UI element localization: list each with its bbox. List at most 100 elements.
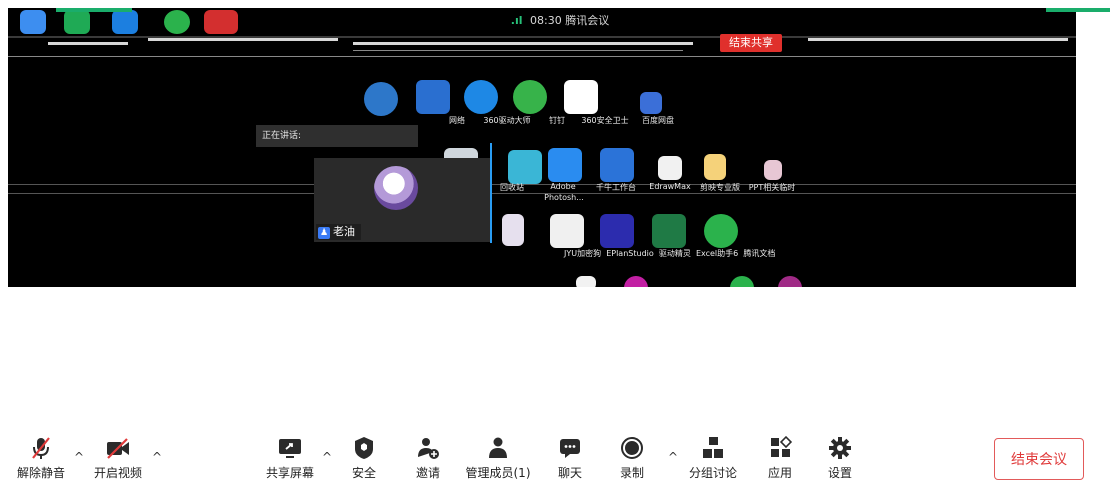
- app-icon: [164, 10, 190, 34]
- manage-members-label: 管理成员(1): [465, 466, 531, 480]
- unmute-button[interactable]: 解除静音: [14, 436, 68, 481]
- shared-screen-content: 网络 360驱动大师 钉钉 360安全卫士 百度网盘 回收站 Adobe Pho…: [8, 8, 1076, 287]
- end-share-button[interactable]: 结束共享: [720, 34, 782, 52]
- network-icon: [364, 82, 398, 116]
- desktop-label: 百度网盘: [642, 116, 674, 125]
- desktop-label: 驱动精灵: [658, 249, 691, 258]
- meeting-toolbar: 解除静音 ^ 开启视频 ^ 共享屏幕 ^ 安全 邀请 管理成员(1) 聊天 录制…: [0, 416, 1110, 486]
- share-screen-label: 共享屏幕: [265, 466, 314, 480]
- desktop-label: EPlanStudio: [606, 249, 654, 258]
- start-video-label: 开启视频: [93, 466, 142, 480]
- speaking-label: 正在讲话:: [262, 131, 302, 141]
- app-icon: [576, 276, 596, 287]
- invite-button[interactable]: 邀请: [410, 436, 446, 481]
- status-time: 08:30: [530, 14, 562, 27]
- 360-security-icon: [513, 80, 547, 114]
- breakout-rooms-label: 分组讨论: [688, 466, 737, 480]
- garbled-text: [148, 38, 338, 41]
- members-icon: [485, 436, 511, 460]
- settings-button[interactable]: 设置: [822, 436, 858, 481]
- signal-icon: .ıl: [510, 14, 523, 27]
- shield-icon: [351, 436, 377, 460]
- adobe-icon: [508, 150, 542, 184]
- desktop-label: 360安全卫士: [581, 116, 629, 125]
- record-button[interactable]: 录制: [614, 436, 650, 481]
- breakout-rooms-icon: [700, 436, 726, 460]
- garbled-text: [353, 42, 693, 45]
- qianniu-icon: [600, 148, 634, 182]
- share-indicator-bar: [56, 8, 132, 12]
- tencent-docs-icon: [704, 214, 738, 248]
- desktop-label: Excel助手6: [695, 249, 739, 258]
- apps-button[interactable]: 应用: [762, 435, 798, 481]
- record-label: 录制: [619, 466, 644, 480]
- participant-name-tag: ♟ 老油: [316, 224, 361, 240]
- invite-label: 邀请: [415, 466, 440, 480]
- driver-genius-icon: [600, 214, 634, 248]
- selection-border: [490, 143, 492, 243]
- security-label: 安全: [351, 466, 376, 480]
- desktop-label: JYU加密狗: [564, 249, 602, 258]
- excel-helper-icon: [652, 214, 686, 248]
- apps-icon: [767, 435, 793, 460]
- person-icon: ♟: [318, 227, 330, 239]
- desktop-label: 钉钉: [549, 116, 565, 125]
- desktop-label: 剪映专业版: [700, 183, 740, 192]
- speaker-video-tile[interactable]: ♟ 老油: [314, 158, 490, 242]
- share-screen-button[interactable]: 共享屏幕: [262, 436, 318, 481]
- app-icon: [204, 10, 238, 34]
- manage-members-button[interactable]: 管理成员(1): [462, 436, 534, 481]
- desktop-label: 360驱动大师: [483, 116, 531, 125]
- jyu-dongle-icon: [502, 214, 524, 246]
- desktop-label: Adobe: [550, 182, 576, 191]
- record-options-chevron-icon[interactable]: ^: [668, 450, 678, 464]
- share-options-chevron-icon[interactable]: ^: [322, 450, 332, 464]
- unmute-label: 解除静音: [16, 466, 65, 480]
- app-icon: [624, 276, 648, 287]
- eplanstudio-icon: [550, 214, 584, 248]
- dingtalk-icon: [464, 80, 498, 114]
- driver-master-icon: [416, 80, 450, 114]
- desktop-label: 回收站: [500, 183, 524, 192]
- desktop-label: PPT相关临时: [748, 183, 796, 192]
- desktop-label: 千牛工作台: [596, 183, 636, 192]
- status-app-name: 腾讯会议: [565, 14, 610, 27]
- chat-icon: [557, 436, 583, 460]
- breakout-rooms-button[interactable]: 分组讨论: [686, 436, 740, 481]
- garbled-text: [8, 56, 1076, 57]
- speaking-indicator: 正在讲话:: [256, 125, 418, 147]
- audio-options-chevron-icon[interactable]: ^: [74, 450, 84, 464]
- garbled-line: [8, 184, 1076, 185]
- apps-label: 应用: [767, 466, 792, 480]
- app-icon: [548, 148, 582, 182]
- garbled-line: [8, 193, 1076, 194]
- ppt-folder-icon: [764, 160, 782, 180]
- end-meeting-button[interactable]: 结束会议: [994, 438, 1084, 480]
- video-options-chevron-icon[interactable]: ^: [152, 450, 162, 464]
- participant-name: 老油: [333, 225, 355, 238]
- security-button[interactable]: 安全: [346, 436, 382, 481]
- share-indicator-bar: [1046, 8, 1110, 12]
- garbled-text: [48, 42, 128, 45]
- app-icon: [20, 10, 46, 34]
- meeting-status: .ıl 08:30 腾讯会议: [490, 12, 630, 28]
- start-video-button[interactable]: 开启视频: [90, 436, 146, 481]
- chat-label: 聊天: [557, 466, 582, 480]
- record-icon: [619, 436, 645, 460]
- desktop-label: 网络: [449, 116, 465, 125]
- baidu-netdisk-icon: [564, 80, 598, 114]
- app-icon: [112, 10, 138, 34]
- garbled-text: [353, 50, 683, 51]
- jianying-icon: [704, 154, 726, 180]
- desktop-label-row: JYU加密狗 EPlanStudio 驱动精灵 Excel助手6 腾讯文档: [564, 248, 814, 259]
- chat-button[interactable]: 聊天: [552, 436, 588, 481]
- gear-icon: [827, 436, 853, 460]
- desktop-label: EdrawMax: [649, 182, 691, 191]
- shared-screen-area: 网络 360驱动大师 钉钉 360安全卫士 百度网盘 回收站 Adobe Pho…: [0, 0, 1110, 290]
- edrawmax-icon: [658, 156, 682, 180]
- desktop-label: 腾讯文档: [743, 249, 776, 258]
- app-icon: [730, 276, 754, 287]
- add-user-icon: [415, 436, 441, 460]
- app-icon: [640, 92, 662, 114]
- desktop-label: Photosh...: [544, 193, 584, 202]
